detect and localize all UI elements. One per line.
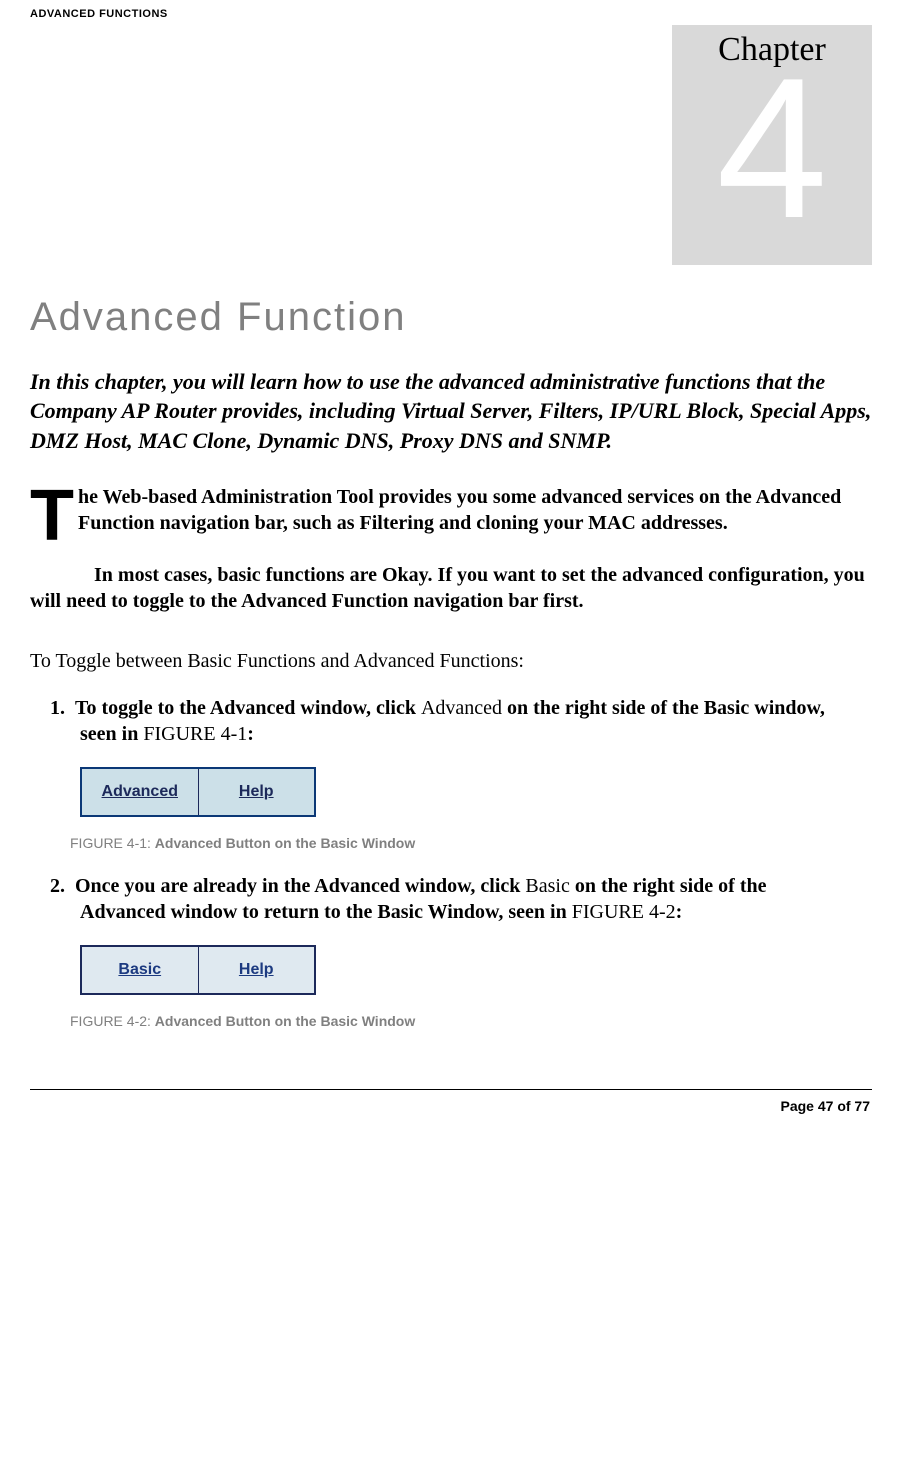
step-1: 1. To toggle to the Advanced window, cli… [80,695,872,747]
figure-4-1-caption-text: Advanced Button on the Basic Window [155,835,415,851]
paragraph-2: In most cases, basic functions are Okay.… [30,562,872,614]
page-number: Page 47 of 77 [30,1098,870,1114]
figure-4-2-caption: FIGURE 4-2: Advanced Button on the Basic… [70,1013,872,1029]
figure-4-2-image: Basic Help [80,945,316,995]
figure-4-2-basic-button: Basic [82,947,199,993]
figure-4-1-caption: FIGURE 4-1: Advanced Button on the Basic… [70,835,872,851]
step-1-mid: Advanced [421,697,502,719]
step-2-post-b: : [676,901,683,923]
paragraph-1-text: he Web-based Administration Tool provide… [78,486,841,534]
step-1-number: 1. [50,697,65,719]
toggle-intro: To Toggle between Basic Functions and Ad… [30,650,872,673]
step-1-post-b: : [247,723,254,745]
figure-4-1-image: Advanced Help [80,767,316,817]
step-2-mid: Basic [525,875,569,897]
figure-4-1-advanced-button: Advanced [82,769,199,815]
step-1-figref: FIGURE 4-1 [143,723,247,745]
dropcap: T [30,488,78,546]
figure-4-2-help-button: Help [199,947,315,993]
chapter-number: 4 [672,49,872,249]
paragraph-1: T he Web-based Administration Tool provi… [30,484,872,536]
step-1-pre: To toggle to the Advanced window, click [75,697,421,719]
chapter-intro: In this chapter, you will learn how to u… [30,367,872,456]
step-2-number: 2. [50,875,65,897]
section-header: ADVANCED FUNCTIONS [30,8,872,20]
step-2: 2. Once you are already in the Advanced … [80,873,872,925]
figure-4-1-caption-label: FIGURE 4-1: [70,835,155,851]
paragraph-2-text: In most cases, basic functions are Okay.… [30,564,865,612]
figure-4-1-help-button: Help [199,769,315,815]
figure-4-2-caption-label: FIGURE 4-2: [70,1013,155,1029]
footer-rule [30,1089,872,1090]
step-2-figref: FIGURE 4-2 [572,901,676,923]
page-title: Advanced Function [30,295,872,340]
step-2-pre: Once you are already in the Advanced win… [75,875,525,897]
figure-4-2-caption-text: Advanced Button on the Basic Window [155,1013,415,1029]
chapter-badge: Chapter 4 [672,25,872,265]
